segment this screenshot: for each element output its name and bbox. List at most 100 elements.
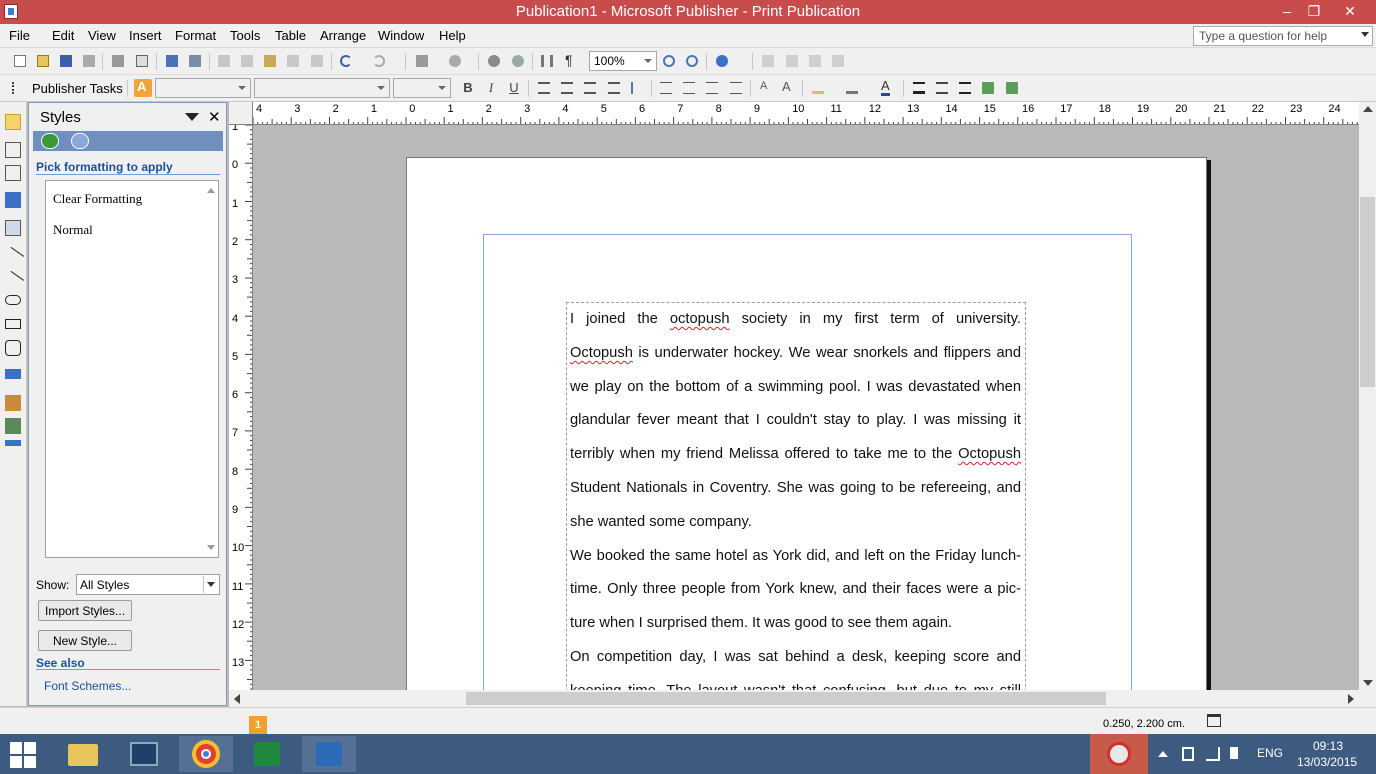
line-color-icon[interactable]: [843, 79, 861, 97]
oval-icon[interactable]: [5, 295, 21, 305]
style-normal[interactable]: Normal: [53, 222, 93, 238]
notification-app-icon[interactable]: [1090, 734, 1148, 774]
start-button[interactable]: [10, 742, 36, 768]
show-styles-dropdown-icon[interactable]: [203, 576, 218, 593]
menu-format[interactable]: Format: [175, 28, 216, 43]
columns-button[interactable]: [538, 52, 556, 70]
maximize-button[interactable]: ❐: [1300, 1, 1328, 21]
line-style-icon[interactable]: [910, 79, 928, 97]
publisher-tasks-button[interactable]: Publisher Tasks: [32, 81, 123, 96]
help-search-input[interactable]: Type a question for help: [1193, 26, 1373, 46]
menu-tools[interactable]: Tools: [230, 28, 260, 43]
chrome-taskbar-button[interactable]: [179, 736, 233, 772]
rectangle-icon[interactable]: [5, 319, 21, 329]
text-box[interactable]: I joined the octopush society in my firs…: [566, 302, 1026, 690]
help-dropdown-icon[interactable]: [1361, 32, 1369, 37]
file-explorer-taskbar-button[interactable]: [56, 736, 110, 772]
minimize-button[interactable]: –: [1273, 1, 1301, 21]
spelling-button[interactable]: [163, 52, 181, 70]
zoom-dropdown-icon[interactable]: [641, 53, 655, 69]
cut-button[interactable]: [215, 52, 233, 70]
open-button[interactable]: [34, 52, 52, 70]
text-box-icon[interactable]: [5, 142, 21, 158]
underline-button[interactable]: U: [505, 79, 523, 97]
font-size-select[interactable]: [393, 78, 451, 98]
volume-icon[interactable]: [1230, 747, 1238, 759]
zoom-select[interactable]: 100%: [589, 51, 657, 71]
numbering-icon[interactable]: [657, 79, 675, 97]
show-styles-select[interactable]: All Styles: [76, 574, 220, 595]
menu-insert[interactable]: Insert: [129, 28, 162, 43]
toolbar-options-icon[interactable]: [5, 440, 21, 446]
menu-window[interactable]: Window: [378, 28, 424, 43]
select-objects-icon[interactable]: [5, 114, 21, 130]
font-color-icon[interactable]: A: [877, 79, 895, 97]
justify-icon[interactable]: [605, 79, 623, 97]
style-select[interactable]: [155, 78, 251, 98]
redo-icon[interactable]: [370, 52, 388, 70]
scroll-up-icon[interactable]: [1363, 106, 1373, 112]
zoom-button[interactable]: [509, 52, 527, 70]
increase-indent-icon[interactable]: [727, 79, 745, 97]
import-styles-button[interactable]: Import Styles...: [38, 600, 133, 621]
rotate-button[interactable]: [446, 52, 464, 70]
previous-text-box-button[interactable]: [806, 52, 824, 70]
horizontal-scrollbar[interactable]: [229, 690, 1359, 707]
paste-special-button[interactable]: [284, 52, 302, 70]
excel-taskbar-button[interactable]: [240, 736, 294, 772]
next-text-box-button[interactable]: [829, 52, 847, 70]
close-button[interactable]: ✕: [1336, 1, 1364, 21]
styles-list-scrollbar[interactable]: [204, 181, 218, 557]
wordart-icon[interactable]: [5, 192, 21, 208]
menu-file[interactable]: File: [9, 28, 30, 43]
insert-hyperlink-button[interactable]: [485, 52, 503, 70]
scroll-left-icon[interactable]: [234, 694, 240, 704]
shadow-style-icon[interactable]: [979, 79, 997, 97]
print-preview-button[interactable]: [133, 52, 151, 70]
menu-edit[interactable]: Edit: [52, 28, 74, 43]
clock-time[interactable]: 09:13: [1313, 739, 1343, 753]
align-right-icon[interactable]: [581, 79, 599, 97]
line-icon[interactable]: [1, 246, 25, 270]
clock-date[interactable]: 13/03/2015: [1297, 755, 1357, 769]
new-document-button[interactable]: [11, 52, 29, 70]
zoom-in-icon[interactable]: [683, 52, 701, 70]
horizontal-ruler[interactable]: 4 3 2 1 0 1 2 3 4 5 6 7 8 9 10 11 12 13 14 15 16 17 18 19 20 21 22…: [253, 102, 1359, 125]
print-button[interactable]: [109, 52, 127, 70]
show-hidden-icons-icon[interactable]: [1158, 751, 1168, 757]
font-select[interactable]: [254, 78, 390, 98]
scroll-right-icon[interactable]: [1348, 694, 1354, 704]
menu-arrange[interactable]: Arrange: [320, 28, 366, 43]
back-arrow-icon[interactable]: [41, 133, 59, 149]
pilcrow-icon[interactable]: ¶: [561, 52, 579, 70]
publisher-taskbar-button[interactable]: [302, 736, 356, 772]
vertical-scroll-thumb[interactable]: [1360, 197, 1375, 387]
fill-color-icon[interactable]: [809, 79, 827, 97]
zoom-out-icon[interactable]: [660, 52, 678, 70]
insert-table-icon[interactable]: [5, 165, 21, 181]
increase-font-size-icon[interactable]: A: [779, 79, 797, 97]
business-information-icon[interactable]: [5, 418, 21, 434]
styles-pane-icon[interactable]: A: [134, 79, 152, 97]
new-style-button[interactable]: New Style...: [38, 630, 133, 651]
format-painter-button[interactable]: [308, 52, 326, 70]
align-center-icon[interactable]: [558, 79, 576, 97]
menu-help[interactable]: Help: [439, 28, 466, 43]
align-left-icon[interactable]: [535, 79, 553, 97]
scroll-down-icon[interactable]: [207, 545, 215, 550]
publisher-tasks-icon[interactable]: [9, 79, 27, 97]
arrow-style-icon[interactable]: [956, 79, 974, 97]
font-schemes-link[interactable]: Font Schemes...: [44, 679, 131, 693]
bring-forward-button[interactable]: [413, 52, 431, 70]
menu-table[interactable]: Table: [275, 28, 306, 43]
page-navigation-button[interactable]: 1: [249, 716, 267, 734]
network-icon[interactable]: [1206, 747, 1220, 761]
decrease-font-size-icon[interactable]: A: [756, 79, 774, 97]
style-clear-formatting[interactable]: Clear Formatting: [53, 191, 142, 207]
save-button[interactable]: [57, 52, 75, 70]
break-link-button[interactable]: [783, 52, 801, 70]
link-text-box-button[interactable]: [759, 52, 777, 70]
design-gallery-icon[interactable]: [5, 395, 21, 411]
autoshapes-icon[interactable]: [5, 340, 21, 356]
horizontal-scroll-thumb[interactable]: [466, 692, 1106, 705]
